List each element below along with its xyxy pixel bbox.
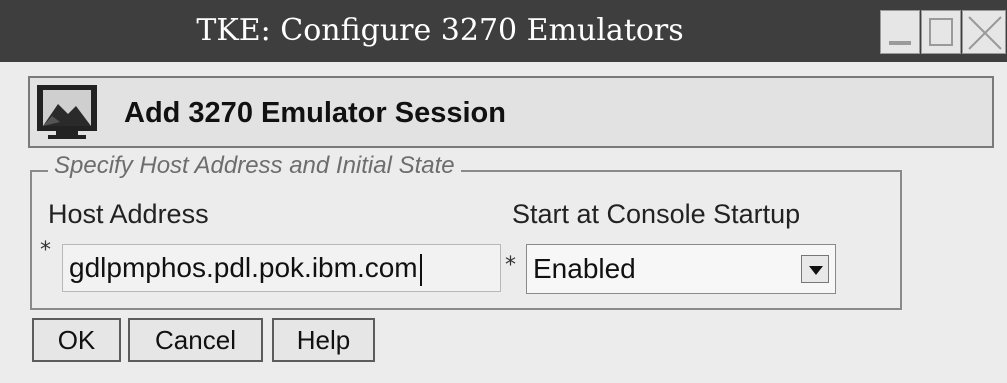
- close-button[interactable]: [962, 10, 1006, 54]
- ok-button[interactable]: OK: [32, 318, 121, 362]
- host-address-input[interactable]: gdlpmphos.pdl.pok.ibm.com: [62, 244, 501, 292]
- dialog-header: Add 3270 Emulator Session: [28, 76, 994, 148]
- start-at-startup-select[interactable]: Enabled: [526, 244, 836, 294]
- host-address-value: gdlpmphos.pdl.pok.ibm.com: [69, 252, 418, 283]
- host-address-label: Host Address: [48, 199, 209, 229]
- help-button[interactable]: Help: [272, 318, 375, 362]
- dialog-heading: Add 3270 Emulator Session: [124, 97, 506, 129]
- maximize-button[interactable]: [921, 10, 961, 54]
- title-bar[interactable]: TKE: Configure 3270 Emulators: [0, 0, 1007, 62]
- selected-value: Enabled: [533, 253, 636, 284]
- minimize-button[interactable]: [880, 10, 920, 54]
- minimize-icon: [889, 41, 911, 45]
- text-caret: [419, 253, 422, 286]
- chevron-down-icon: [809, 266, 823, 275]
- window-title: TKE: Configure 3270 Emulators: [196, 13, 684, 48]
- maximize-icon: [929, 18, 953, 46]
- start-at-startup-label: Start at Console Startup: [512, 199, 801, 229]
- required-marker: *: [40, 238, 51, 263]
- monitor-icon: [37, 85, 97, 139]
- dropdown-button[interactable]: [801, 255, 829, 283]
- close-icon: [968, 16, 1002, 50]
- cancel-button[interactable]: Cancel: [128, 318, 263, 362]
- configure-emulators-window: TKE: Configure 3270 Emulators Add 3270 E…: [0, 0, 1007, 383]
- required-marker: *: [505, 253, 516, 278]
- group-legend: Specify Host Address and Initial State: [48, 152, 461, 180]
